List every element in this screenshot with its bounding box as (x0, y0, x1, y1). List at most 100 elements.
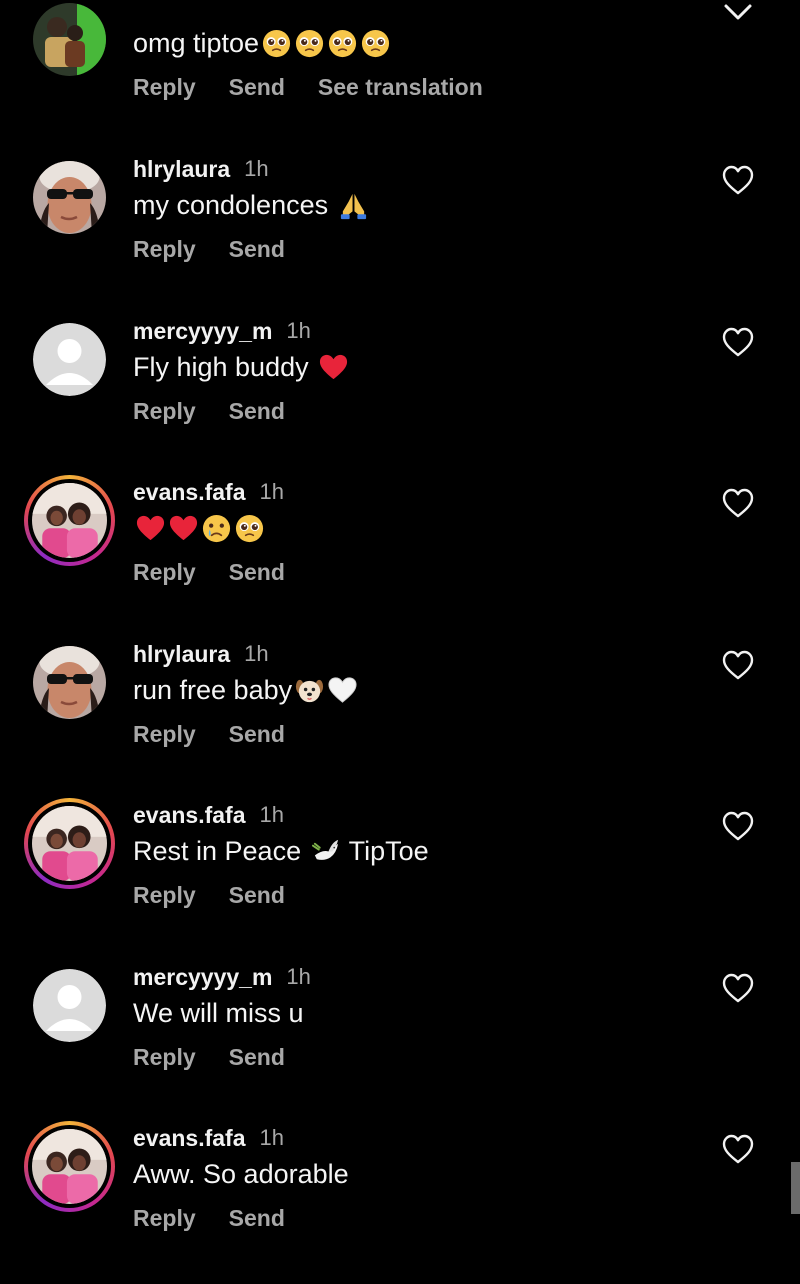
comment-header: evans.fafa 1h (133, 1123, 284, 1153)
pleading-face-icon (360, 28, 391, 59)
heart-outline-icon[interactable] (721, 972, 755, 1004)
reply-button[interactable]: Reply (133, 721, 196, 748)
comment-header: evans.fafa 1h (133, 477, 284, 507)
comment-text-body: omg tiptoe (133, 28, 260, 58)
send-button[interactable]: Send (229, 74, 285, 101)
reply-button[interactable]: Reply (133, 559, 196, 586)
reply-button[interactable]: Reply (133, 1205, 196, 1232)
username[interactable]: evans.fafa (133, 479, 246, 506)
comment-actions: Reply Send See translation (133, 74, 516, 101)
comment-text-body: run free baby (133, 675, 293, 705)
comment-text: omg tiptoe (133, 28, 391, 59)
timestamp: 1h (259, 1125, 284, 1150)
timestamp: 1h (259, 479, 284, 504)
avatar[interactable] (33, 323, 106, 396)
white-heart-icon (327, 675, 358, 706)
comment-actions: Reply Send (133, 721, 318, 748)
pleading-face-icon (294, 28, 325, 59)
timestamp: 1h (259, 802, 284, 827)
comment-item: evans.fafa 1h Aww. So adorable Reply Send (0, 1121, 800, 1284)
comment-item: mercyyyy_m 1h Fly high buddy Reply Send (0, 316, 800, 477)
comment-text: Rest in Peace TipToe (133, 836, 429, 867)
comment-actions: Reply Send (133, 1044, 318, 1071)
dog-face-icon (294, 675, 325, 706)
avatar[interactable] (24, 1121, 115, 1212)
username[interactable]: evans.fafa (133, 1125, 246, 1152)
send-button[interactable]: Send (229, 721, 285, 748)
pleading-face-icon (261, 28, 292, 59)
red-heart-icon (135, 513, 166, 544)
username[interactable]: hlrylaura (133, 641, 230, 668)
send-button[interactable]: Send (229, 1205, 285, 1232)
comment-text-body: Aww. So adorable (133, 1159, 349, 1189)
comment-actions: Reply Send (133, 882, 318, 909)
timestamp: 1h (286, 964, 311, 989)
comment-text-tail: TipToe (341, 836, 429, 866)
scrollbar[interactable] (791, 1162, 800, 1214)
send-button[interactable]: Send (229, 236, 285, 263)
comment-header: mercyyyy_m 1h (133, 316, 311, 346)
pleading-face-icon (327, 28, 358, 59)
heart-outline-icon[interactable] (721, 164, 755, 196)
heart-outline-icon[interactable] (721, 810, 755, 842)
comment-header: hlrylaura 1h (133, 639, 269, 669)
timestamp: 1h (244, 641, 269, 666)
avatar[interactable] (33, 646, 106, 719)
comment-item: evans.fafa 1h Rest in Peace TipToe Reply Sen… (0, 798, 800, 961)
crying-face-icon (201, 513, 232, 544)
send-button[interactable]: Send (229, 1044, 285, 1071)
comment-text-body: my condolences (133, 190, 336, 220)
comment-actions: Reply Send (133, 559, 318, 586)
red-heart-icon (318, 352, 349, 383)
avatar[interactable] (33, 161, 106, 234)
comment-header: evans.fafa 1h (133, 800, 284, 830)
red-heart-icon (168, 513, 199, 544)
reply-button[interactable]: Reply (133, 398, 196, 425)
comment-text: We will miss u (133, 998, 304, 1029)
heart-outline-icon[interactable] (721, 649, 755, 681)
heart-outline-icon[interactable] (721, 1133, 755, 1165)
send-button[interactable]: Send (229, 882, 285, 909)
avatar[interactable] (24, 798, 115, 889)
comment-item: mercyyyy_m 1h We will miss u Reply Send (0, 962, 800, 1123)
username[interactable]: mercyyyy_m (133, 964, 272, 991)
comment-text: Fly high buddy (133, 352, 349, 383)
comment-text-body: Rest in Peace (133, 836, 309, 866)
comment-item: hlrylaura 1h my condolences Reply Send (0, 154, 800, 315)
comment-item: omg tiptoe Reply Send See translation (0, 3, 800, 167)
comment-actions: Reply Send (133, 398, 318, 425)
chevron-down-icon[interactable] (721, 0, 755, 24)
comment-item: hlrylaura 1h run free baby Reply Send (0, 639, 800, 800)
avatar[interactable] (33, 3, 106, 76)
comment-item: evans.fafa 1h Reply Send (0, 475, 800, 638)
send-button[interactable]: Send (229, 559, 285, 586)
timestamp: 1h (244, 156, 269, 181)
comment-header: mercyyyy_m 1h (133, 962, 311, 992)
dove-icon (311, 836, 342, 867)
username[interactable]: hlrylaura (133, 156, 230, 183)
see-translation-button[interactable]: See translation (318, 74, 483, 101)
comment-text: run free baby (133, 675, 358, 706)
heart-outline-icon[interactable] (721, 487, 755, 519)
comment-text (133, 513, 265, 544)
comment-text: Aww. So adorable (133, 1159, 349, 1190)
comment-text: my condolences (133, 190, 369, 221)
timestamp: 1h (286, 318, 311, 343)
comment-actions: Reply Send (133, 236, 318, 263)
reply-button[interactable]: Reply (133, 74, 196, 101)
reply-button[interactable]: Reply (133, 236, 196, 263)
avatar[interactable] (33, 969, 106, 1042)
send-button[interactable]: Send (229, 398, 285, 425)
reply-button[interactable]: Reply (133, 1044, 196, 1071)
comment-header: hlrylaura 1h (133, 154, 269, 184)
comment-text-body: We will miss u (133, 998, 304, 1028)
avatar[interactable] (24, 475, 115, 566)
reply-button[interactable]: Reply (133, 882, 196, 909)
folded-hands-icon (338, 190, 369, 221)
username[interactable]: mercyyyy_m (133, 318, 272, 345)
pleading-face-icon (234, 513, 265, 544)
heart-outline-icon[interactable] (721, 326, 755, 358)
username[interactable]: evans.fafa (133, 802, 246, 829)
comment-text-body: Fly high buddy (133, 352, 317, 382)
comment-actions: Reply Send (133, 1205, 318, 1232)
